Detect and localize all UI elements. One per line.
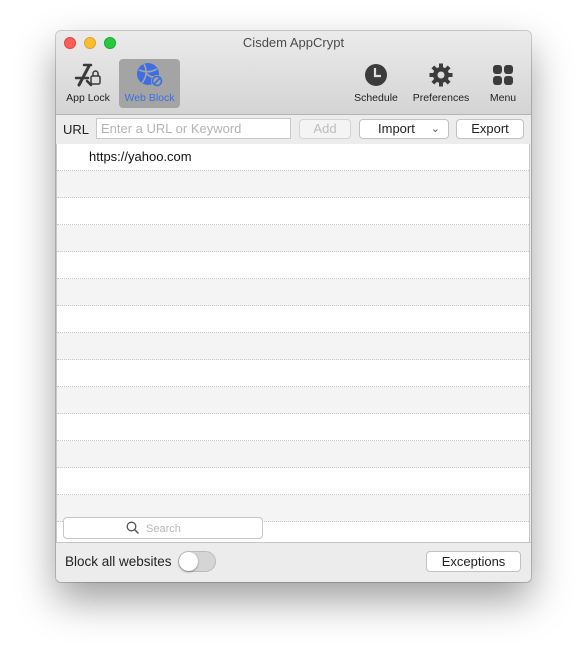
block-all-websites-label: Block all websites <box>65 554 172 569</box>
toolbar-menu-label: Menu <box>489 92 517 104</box>
url-bar: URL Add Import ⌄ Export <box>56 115 531 143</box>
list-item[interactable] <box>57 252 529 279</box>
import-label: Import <box>378 121 415 136</box>
url-label: URL <box>63 122 90 137</box>
add-button[interactable]: Add <box>299 119 351 139</box>
chevron-down-icon: ⌄ <box>430 123 440 135</box>
search-icon <box>126 521 139 539</box>
list-item[interactable] <box>57 306 529 333</box>
toolbar-schedule-label: Schedule <box>354 92 398 104</box>
toolbar-schedule[interactable]: Schedule <box>350 59 402 108</box>
list-item[interactable] <box>57 279 529 306</box>
toolbar-app-lock[interactable]: App Lock <box>62 59 114 108</box>
list-item[interactable] <box>57 414 529 441</box>
list-item[interactable] <box>57 225 529 252</box>
block-all-websites-toggle[interactable] <box>178 551 216 572</box>
toolbar-web-block[interactable]: Web Block <box>119 59 180 108</box>
toolbar-preferences-label: Preferences <box>412 92 470 104</box>
clock-icon <box>364 61 388 89</box>
toolbar-menu[interactable]: Menu <box>484 59 522 108</box>
list-item[interactable] <box>57 171 529 198</box>
app-window: Cisdem AppCrypt App Lock Web Block Sched… <box>56 31 531 582</box>
search-field[interactable] <box>63 517 263 539</box>
list-item[interactable] <box>57 360 529 387</box>
web-block-icon <box>135 61 165 89</box>
exceptions-button[interactable]: Exceptions <box>426 551 521 572</box>
app-lock-icon <box>73 61 103 89</box>
export-button[interactable]: Export <box>456 119 524 139</box>
blocked-url-list[interactable]: https://yahoo.com <box>56 144 530 542</box>
list-item[interactable] <box>57 468 529 495</box>
list-item[interactable] <box>57 441 529 468</box>
list-item[interactable] <box>57 387 529 414</box>
window-title: Cisdem AppCrypt <box>242 35 345 50</box>
gear-icon <box>429 61 453 89</box>
toolbar-app-lock-label: App Lock <box>66 92 110 104</box>
search-input[interactable] <box>144 520 258 538</box>
list-item[interactable] <box>57 333 529 360</box>
list-item[interactable]: https://yahoo.com <box>57 144 529 171</box>
toggle-knob <box>179 552 198 571</box>
import-button[interactable]: Import ⌄ <box>359 119 449 139</box>
list-item[interactable] <box>57 198 529 225</box>
url-input[interactable] <box>96 118 291 139</box>
toolbar-preferences[interactable]: Preferences <box>410 59 472 108</box>
grid-icon <box>492 61 514 89</box>
title-bar: Cisdem AppCrypt App Lock Web Block Sched… <box>56 31 531 115</box>
toolbar-web-block-label: Web Block <box>124 92 175 104</box>
footer-bar: Block all websites Exceptions <box>56 542 531 582</box>
